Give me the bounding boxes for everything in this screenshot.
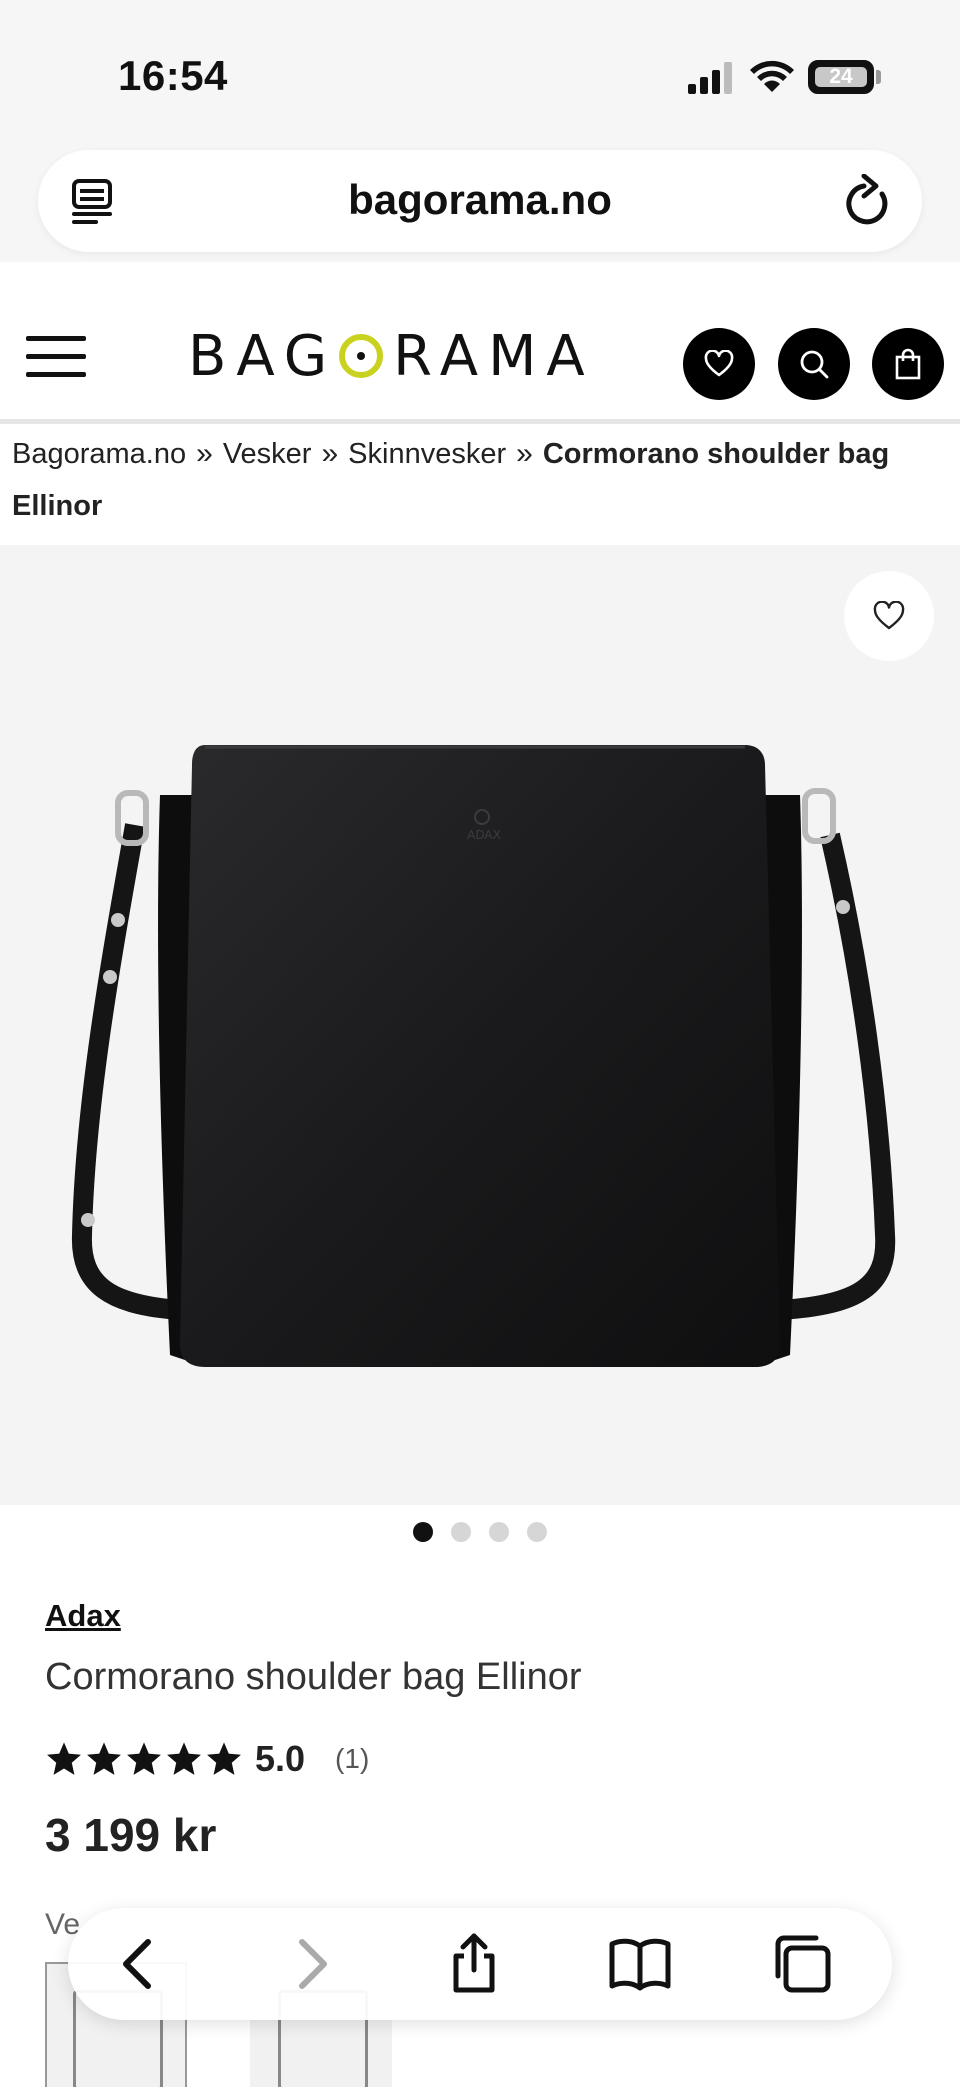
search-button[interactable] [778,328,850,400]
bookmarks-icon[interactable] [608,1932,672,1996]
gallery-dot[interactable] [413,1522,433,1542]
gallery-pagination [0,1522,960,1542]
star-icon [87,1742,121,1775]
gallery-dot[interactable] [451,1522,471,1542]
rating-value: 5.0 [255,1738,306,1779]
bag-logo: ADAX [467,828,501,842]
breadcrumb-link-skinnvesker[interactable]: Skinnvesker [348,438,506,470]
battery-level: 24 [815,65,867,88]
site-logo[interactable]: BAG RAMA [188,323,595,389]
breadcrumb-separator: » [516,437,533,470]
browser-toolbar [68,1908,892,2020]
reload-icon[interactable] [842,174,894,228]
star-icon [207,1742,241,1775]
browser-address-area: bagorama.no [0,150,960,262]
logo-text-prefix: BAG [188,323,338,389]
search-icon [800,350,829,379]
breadcrumb-link-home[interactable]: Bagorama.no [12,438,186,470]
rating-stars [45,1740,243,1778]
rating-count[interactable]: (1) [335,1743,369,1775]
breadcrumb-separator: » [196,437,213,470]
product-price: 3 199 kr [45,1809,217,1861]
breadcrumb-separator: » [321,437,339,470]
shopping-bag-icon [895,348,921,380]
menu-icon[interactable] [26,332,88,382]
address-bar[interactable]: bagorama.no [38,150,922,252]
header-divider [0,419,960,424]
heart-outline-icon [873,601,905,630]
cellular-signal-icon [688,62,732,94]
star-icon [167,1742,201,1775]
logo-o-mark [339,334,384,378]
heart-icon [704,350,734,377]
forward-icon[interactable] [278,1932,342,1996]
battery-icon: 24 [808,60,874,94]
gallery-dot[interactable] [489,1522,509,1542]
star-icon [47,1742,81,1775]
product-image: ADAX [71,745,896,1367]
back-icon[interactable] [108,1932,172,1996]
wifi-icon [750,60,794,92]
product-image-gallery[interactable]: ADAX [0,545,960,1505]
star-icon [127,1742,161,1775]
logo-text-suffix: RAMA [393,323,595,389]
product-title: Cormorano shoulder bag Ellinor [45,1656,582,1698]
breadcrumb-link-vesker[interactable]: Vesker [223,438,312,470]
share-icon[interactable] [442,1932,506,1996]
cart-button[interactable] [872,328,944,400]
url-text[interactable]: bagorama.no [38,176,922,224]
status-bar: 16:54 24 [0,0,960,150]
site-header: BAG RAMA [0,262,960,424]
breadcrumb: Bagorama.no» Vesker» Skinnvesker» Cormorano… [12,428,942,532]
product-rating[interactable]: 5.0 (1) [45,1734,369,1784]
add-to-wishlist-button[interactable] [844,571,934,661]
tabs-icon[interactable] [770,1932,834,1996]
wishlist-button[interactable] [683,328,755,400]
battery-cap [876,70,881,84]
product-brand-link[interactable]: Adax [45,1598,121,1634]
gallery-dot[interactable] [527,1522,547,1542]
status-time: 16:54 [118,52,228,99]
